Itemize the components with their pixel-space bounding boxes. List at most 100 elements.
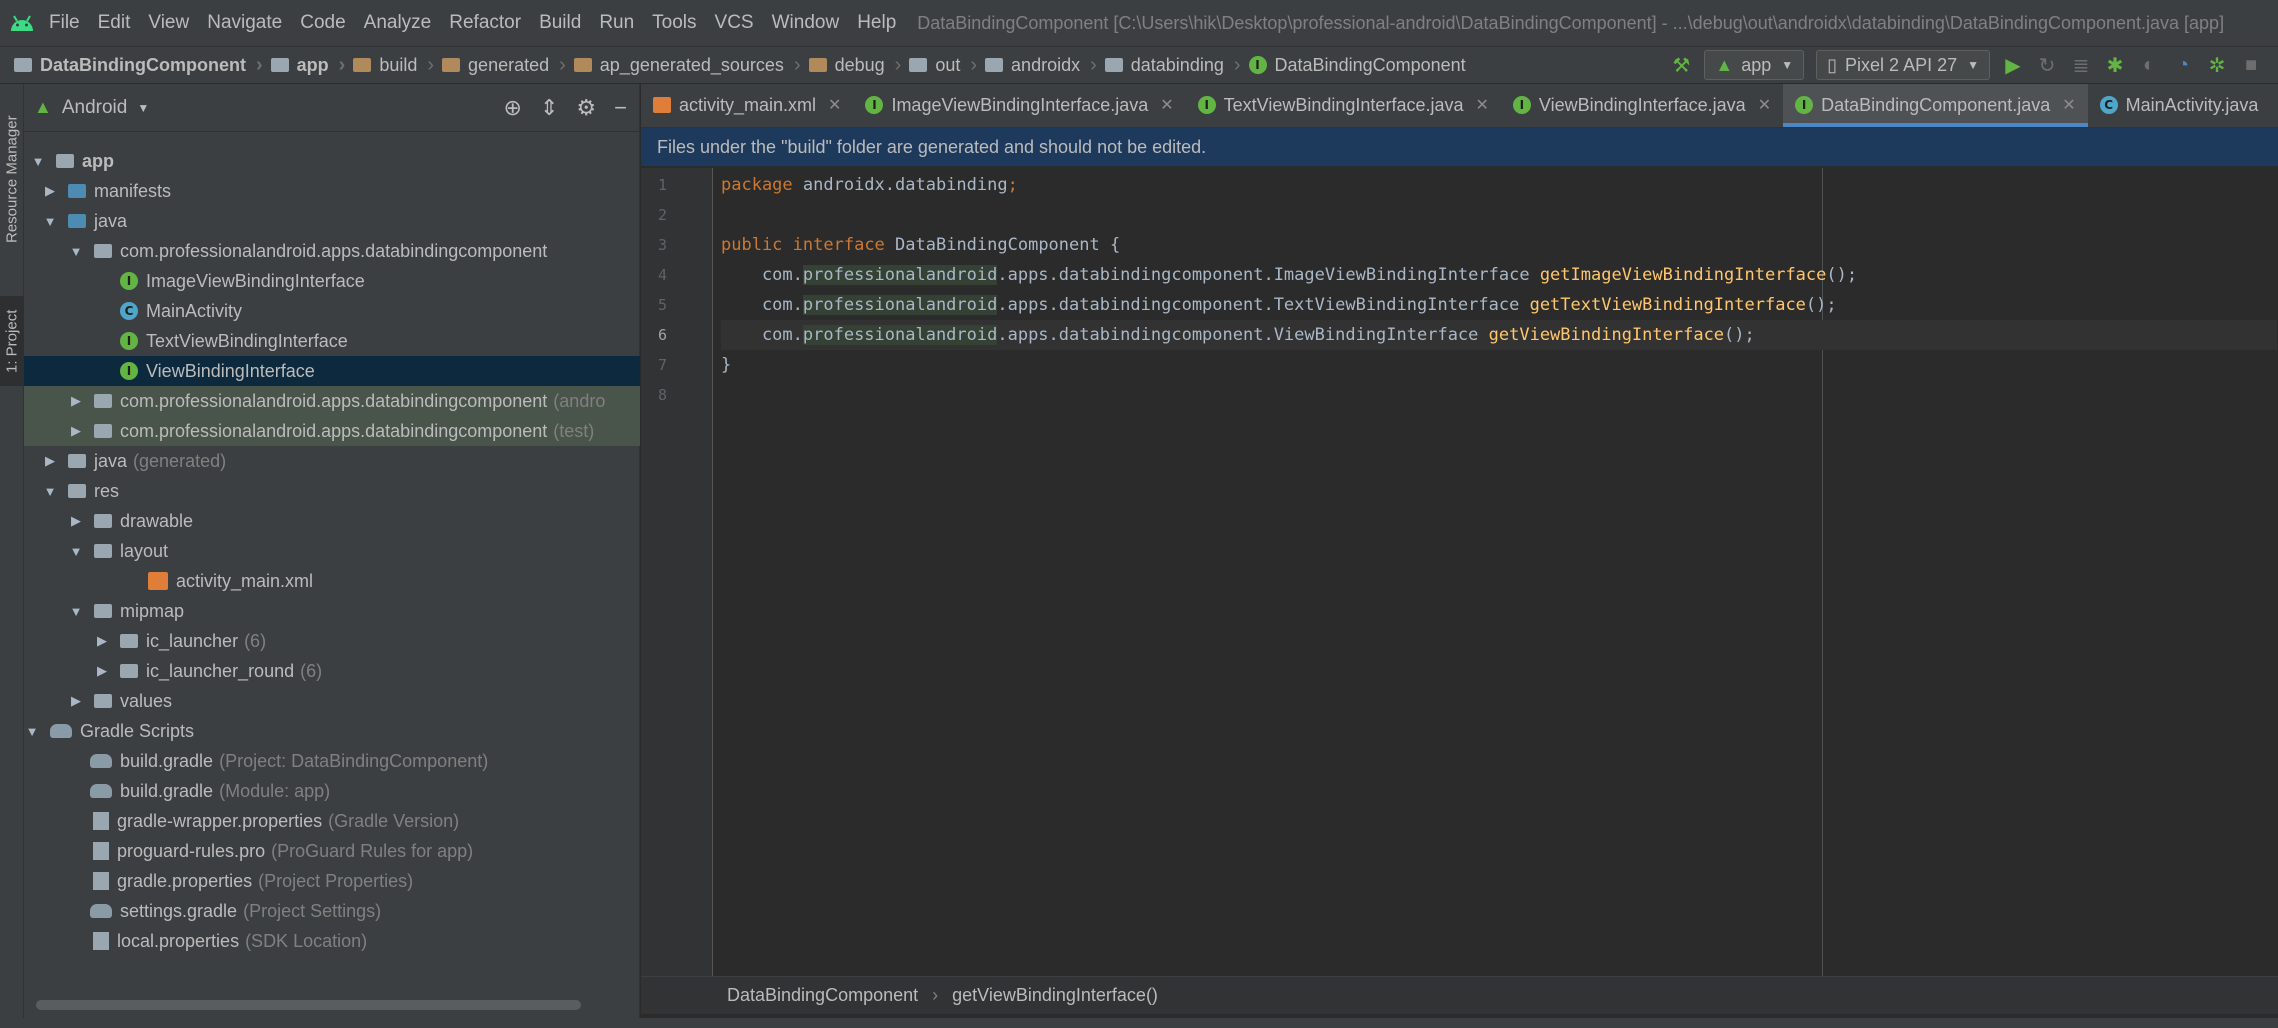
close-icon[interactable]: ✕ (1758, 95, 1771, 115)
tree-item-build-gradle-module[interactable]: build.gradle (Module: app) (24, 776, 640, 806)
debug-icon[interactable]: ✱ (2098, 50, 2132, 80)
resource-manager-tab[interactable]: Resource Manager (0, 104, 24, 254)
menu-vcs[interactable]: VCS (706, 12, 763, 34)
collapsed-arrow-icon[interactable]: ▶ (94, 633, 110, 649)
device-select[interactable]: ▯ Pixel 2 API 27 ▼ (1816, 50, 1990, 80)
stop-icon[interactable]: ■ (2234, 50, 2268, 80)
menu-refactor[interactable]: Refactor (440, 12, 530, 34)
project-tab[interactable]: 1: Project (0, 296, 24, 386)
tree-label: TextViewBindingInterface (146, 330, 348, 351)
hammer-build-icon[interactable]: ⚒ (1664, 50, 1698, 80)
chevron-down-icon[interactable]: ▼ (137, 101, 149, 115)
tree-item-activity-main-xml[interactable]: activity_main.xml (24, 566, 640, 596)
tree-item-imageviewbindinginterface[interactable]: I ImageViewBindingInterface (24, 266, 640, 296)
tree-item-package-main[interactable]: ▼ com.professionalandroid.apps.databindin… (24, 236, 640, 266)
tree-item-mainactivity[interactable]: C MainActivity (24, 296, 640, 326)
close-icon[interactable]: ✕ (2062, 95, 2075, 115)
close-icon[interactable]: ✕ (1160, 95, 1173, 115)
tree-item-res[interactable]: ▼ res (24, 476, 640, 506)
menu-help[interactable]: Help (848, 12, 905, 34)
tree-item-gradle-properties[interactable]: gradle.properties (Project Properties) (24, 866, 640, 896)
hide-icon[interactable]: − (614, 95, 627, 121)
tab-imageviewbindinginterface[interactable]: I ImageViewBindingInterface.java ✕ (853, 84, 1185, 127)
apply-code-changes-icon[interactable]: ≣ (2064, 50, 2098, 80)
breadcrumb-ap-generated-sources[interactable]: ap_generated_sources › (566, 54, 801, 77)
breadcrumb-build[interactable]: build › (345, 54, 434, 77)
code-editor[interactable]: 1 2 3 4 5 6 7 8 package androidx.databin… (641, 168, 2278, 976)
breadcrumb-androidx[interactable]: androidx › (977, 54, 1097, 77)
collapsed-arrow-icon[interactable]: ▶ (68, 393, 84, 409)
tree-item-package-androidtest[interactable]: ▶ com.professionalandroid.apps.databindin… (24, 386, 640, 416)
menu-tools[interactable]: Tools (643, 12, 705, 34)
collapsed-arrow-icon[interactable]: ▶ (42, 183, 58, 199)
expanded-arrow-icon[interactable]: ▼ (24, 724, 40, 739)
expanded-arrow-icon[interactable]: ▼ (68, 544, 84, 559)
run-config-select[interactable]: ▲ app ▼ (1704, 50, 1805, 80)
menu-file[interactable]: File (40, 12, 89, 34)
menu-build[interactable]: Build (530, 12, 590, 34)
collapsed-arrow-icon[interactable]: ▶ (68, 693, 84, 709)
tree-item-local-properties[interactable]: local.properties (SDK Location) (24, 926, 640, 956)
tree-item-settings-gradle[interactable]: settings.gradle (Project Settings) (24, 896, 640, 926)
menu-navigate[interactable]: Navigate (198, 12, 291, 34)
close-icon[interactable]: ✕ (828, 95, 841, 115)
gear-icon[interactable]: ⚙ (576, 95, 596, 121)
breadcrumb-app[interactable]: app › (263, 54, 345, 77)
tree-item-values[interactable]: ▶ values (24, 686, 640, 716)
breadcrumb-project[interactable]: DataBindingComponent › (0, 54, 263, 77)
tree-item-java-generated[interactable]: ▶ java (generated) (24, 446, 640, 476)
horizontal-scrollbar[interactable] (36, 1000, 581, 1010)
tab-textviewbindinginterface[interactable]: I TextViewBindingInterface.java ✕ (1186, 84, 1501, 127)
breadcrumb-databinding[interactable]: databinding › (1097, 54, 1241, 77)
breadcrumb-method[interactable]: getViewBindingInterface() (952, 985, 1158, 1006)
tree-item-layout[interactable]: ▼ layout (24, 536, 640, 566)
expanded-arrow-icon[interactable]: ▼ (68, 604, 84, 619)
breadcrumb-out[interactable]: out › (901, 54, 977, 77)
menu-code[interactable]: Code (291, 12, 354, 34)
menu-run[interactable]: Run (590, 12, 643, 34)
collapse-all-icon[interactable]: ⇕ (540, 95, 558, 121)
view-mode-select[interactable]: Android (62, 97, 128, 119)
coverage-icon[interactable]: ◐ (2132, 50, 2166, 80)
tree-item-textviewbindinginterface[interactable]: I TextViewBindingInterface (24, 326, 640, 356)
expanded-arrow-icon[interactable]: ▼ (42, 214, 58, 229)
tree-item-proguard-rules[interactable]: proguard-rules.pro (ProGuard Rules for ap… (24, 836, 640, 866)
breadcrumb-interface[interactable]: DataBindingComponent (727, 985, 918, 1006)
collapsed-arrow-icon[interactable]: ▶ (42, 453, 58, 469)
tree-item-viewbindinginterface[interactable]: I ViewBindingInterface (24, 356, 640, 386)
menu-view[interactable]: View (139, 12, 198, 34)
menu-analyze[interactable]: Analyze (355, 12, 441, 34)
tab-mainactivity[interactable]: C MainActivity.java (2088, 84, 2271, 127)
menu-window[interactable]: Window (763, 12, 849, 34)
tab-viewbindinginterface[interactable]: I ViewBindingInterface.java ✕ (1501, 84, 1783, 127)
tree-item-build-gradle-project[interactable]: build.gradle (Project: DataBindingCompone… (24, 746, 640, 776)
tree-item-java[interactable]: ▼ java (24, 206, 640, 236)
tree-item-ic-launcher[interactable]: ▶ ic_launcher (6) (24, 626, 640, 656)
collapsed-arrow-icon[interactable]: ▶ (94, 663, 110, 679)
tab-databindingcomponent[interactable]: I DataBindingComponent.java ✕ (1783, 84, 2088, 127)
collapsed-arrow-icon[interactable]: ▶ (68, 423, 84, 439)
expanded-arrow-icon[interactable]: ▼ (30, 154, 46, 169)
expanded-arrow-icon[interactable]: ▼ (42, 484, 58, 499)
tree-item-gradle-wrapper-properties[interactable]: gradle-wrapper.properties (Gradle Version… (24, 806, 640, 836)
tree-item-package-test[interactable]: ▶ com.professionalandroid.apps.databindin… (24, 416, 640, 446)
tree-item-drawable[interactable]: ▶ drawable (24, 506, 640, 536)
tree-item-ic-launcher-round[interactable]: ▶ ic_launcher_round (6) (24, 656, 640, 686)
locate-icon[interactable]: ⊕ (504, 95, 522, 121)
collapsed-arrow-icon[interactable]: ▶ (68, 513, 84, 529)
breadcrumb-file[interactable]: I DataBindingComponent (1241, 55, 1466, 76)
apply-changes-icon[interactable]: ↻ (2030, 50, 2064, 80)
expanded-arrow-icon[interactable]: ▼ (68, 244, 84, 259)
menu-edit[interactable]: Edit (89, 12, 140, 34)
tree-item-mipmap[interactable]: ▼ mipmap (24, 596, 640, 626)
breadcrumb-debug[interactable]: debug › (801, 54, 901, 77)
tab-activity-main-xml[interactable]: activity_main.xml ✕ (641, 84, 853, 127)
tree-item-gradle-scripts[interactable]: ▼ Gradle Scripts (24, 716, 640, 746)
run-icon[interactable]: ▶ (1996, 50, 2030, 80)
breadcrumb-generated[interactable]: generated › (434, 54, 566, 77)
close-icon[interactable]: ✕ (1475, 95, 1488, 115)
profile-icon[interactable]: ◔ (2166, 50, 2200, 80)
attach-debugger-icon[interactable]: ✲ (2200, 50, 2234, 80)
tree-item-app[interactable]: ▼ app (24, 146, 640, 176)
tree-item-manifests[interactable]: ▶ manifests (24, 176, 640, 206)
